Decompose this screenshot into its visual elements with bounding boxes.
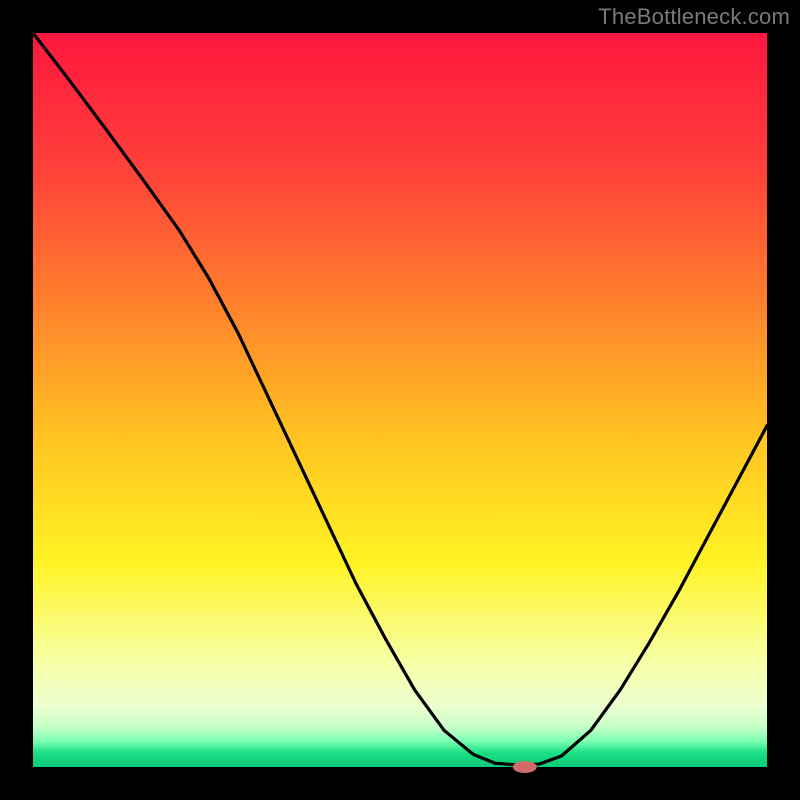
- chart-container: TheBottleneck.com: [0, 0, 800, 800]
- plot-background: [33, 33, 767, 767]
- optimal-marker: [513, 761, 537, 773]
- watermark-text: TheBottleneck.com: [598, 4, 790, 30]
- bottleneck-chart: [0, 0, 800, 800]
